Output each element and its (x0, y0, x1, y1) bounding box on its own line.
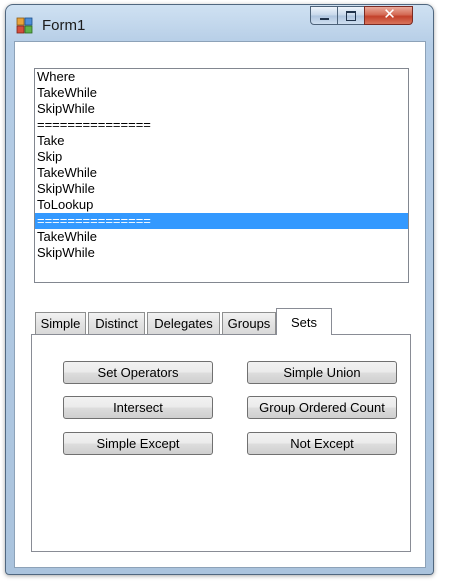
set-operators-button[interactable]: Set Operators (63, 361, 213, 384)
form-icon (16, 17, 33, 34)
tab-sets[interactable]: Sets (276, 308, 332, 335)
title-bar[interactable]: Form1 ✕ (6, 5, 433, 41)
list-item[interactable]: TakeWhile (35, 85, 408, 101)
list-item[interactable]: SkipWhile (35, 101, 408, 117)
tab-panel-sets: Set Operators Simple Union Intersect Gro… (31, 334, 411, 552)
form-client-area: Where TakeWhile SkipWhile ==============… (14, 41, 426, 568)
close-icon: ✕ (383, 5, 396, 23)
list-item[interactable]: =============== (35, 117, 408, 133)
minimize-icon (320, 18, 329, 20)
list-item[interactable]: Skip (35, 149, 408, 165)
list-item-selected[interactable]: =============== (35, 213, 408, 229)
list-item[interactable]: Take (35, 133, 408, 149)
intersect-button[interactable]: Intersect (63, 396, 213, 419)
tab-simple[interactable]: Simple (35, 312, 86, 334)
tab-distinct[interactable]: Distinct (88, 312, 145, 334)
maximize-icon (346, 11, 356, 21)
simple-except-button[interactable]: Simple Except (63, 432, 213, 455)
list-item[interactable]: SkipWhile (35, 245, 408, 261)
close-button[interactable]: ✕ (364, 5, 413, 25)
list-item[interactable]: SkipWhile (35, 181, 408, 197)
list-item[interactable]: TakeWhile (35, 165, 408, 181)
group-ordered-count-button[interactable]: Group Ordered Count (247, 396, 397, 419)
minimize-button[interactable] (310, 6, 338, 25)
not-except-button[interactable]: Not Except (247, 432, 397, 455)
window-title: Form1 (42, 17, 86, 34)
tab-delegates[interactable]: Delegates (147, 312, 220, 334)
tab-groups[interactable]: Groups (222, 312, 276, 334)
list-item[interactable]: TakeWhile (35, 229, 408, 245)
form1-window: Form1 ✕ Where TakeWhile SkipWhile ======… (5, 4, 434, 575)
list-item[interactable]: ToLookup (35, 197, 408, 213)
results-listbox[interactable]: Where TakeWhile SkipWhile ==============… (34, 68, 409, 283)
maximize-button[interactable] (337, 6, 365, 25)
list-item[interactable]: Where (35, 69, 408, 85)
simple-union-button[interactable]: Simple Union (247, 361, 397, 384)
